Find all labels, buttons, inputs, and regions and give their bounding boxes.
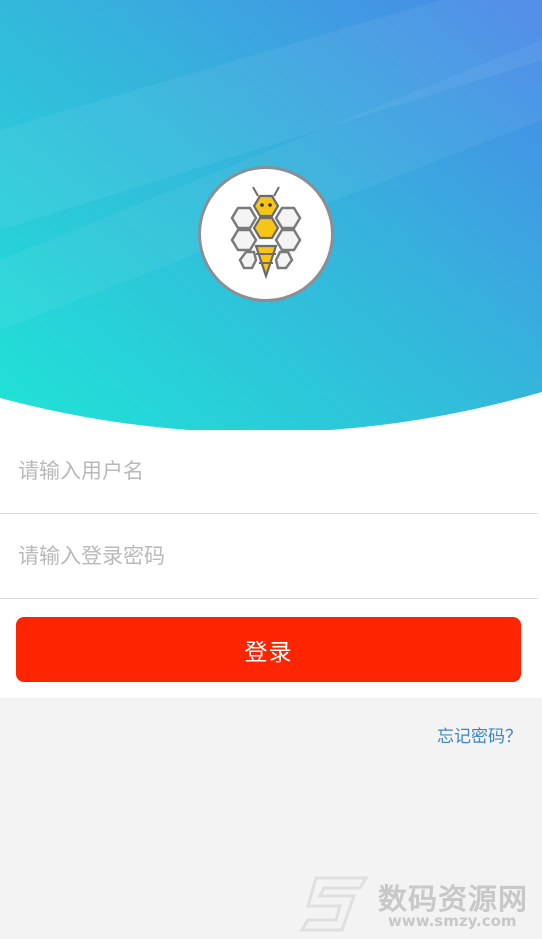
login-form: 登录 [0, 430, 542, 698]
username-field-row [0, 430, 538, 514]
watermark-url: www.smzy.com [388, 912, 517, 930]
app-logo [198, 166, 334, 302]
watermark-logo-icon [299, 876, 369, 932]
password-input[interactable] [16, 533, 520, 579]
bee-honeycomb-logo-icon [230, 186, 302, 280]
login-button[interactable]: 登录 [16, 617, 521, 682]
header-hero [0, 0, 542, 430]
forgot-password-link[interactable]: 忘记密码？ [437, 722, 522, 747]
password-field-row [0, 515, 538, 599]
username-input[interactable] [16, 448, 520, 494]
